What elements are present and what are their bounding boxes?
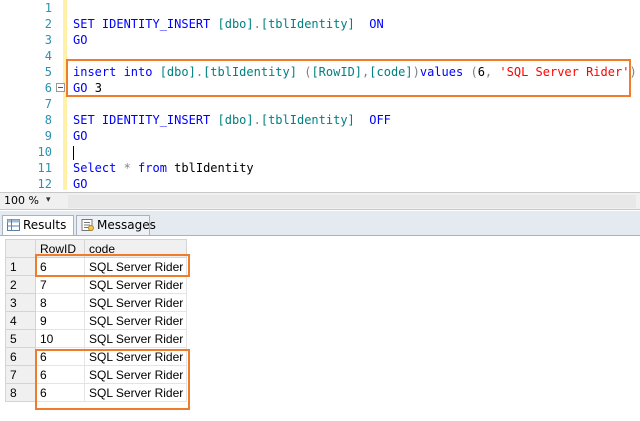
rowid-cell[interactable]: 10 bbox=[35, 329, 85, 348]
code-line[interactable]: 2 SET IDENTITY_INSERT [dbo].[tblIdentity]… bbox=[0, 16, 640, 32]
line-number: 11 bbox=[37, 161, 52, 175]
code-line[interactable]: 10 bbox=[0, 144, 640, 160]
line-number: 2 bbox=[44, 17, 52, 31]
code-line[interactable]: 7 bbox=[0, 96, 640, 112]
collapse-toggle-icon[interactable] bbox=[56, 83, 65, 92]
code-line[interactable]: 8 SET IDENTITY_INSERT [dbo].[tblIdentity]… bbox=[0, 112, 640, 128]
code-cell[interactable]: SQL Server Rider bbox=[84, 329, 187, 348]
messages-icon bbox=[81, 219, 94, 231]
rowid-cell[interactable]: 7 bbox=[35, 275, 85, 294]
line-number: 12 bbox=[37, 177, 52, 190]
table-row[interactable]: 2 7 SQL Server Rider bbox=[5, 275, 187, 294]
first-row-highlight bbox=[35, 254, 190, 277]
line-number: 1 bbox=[44, 1, 52, 15]
code-text: GO bbox=[73, 32, 87, 48]
code-cell[interactable]: SQL Server Rider bbox=[84, 293, 187, 312]
insert-statement-highlight bbox=[66, 59, 631, 97]
code-token: . bbox=[253, 17, 261, 31]
line-number: 3 bbox=[44, 33, 52, 47]
chevron-down-icon[interactable]: ▾ bbox=[46, 195, 51, 205]
code-token: OFF bbox=[369, 113, 391, 127]
line-number: 4 bbox=[44, 49, 52, 63]
code-cell[interactable]: SQL Server Rider bbox=[84, 311, 187, 330]
code-text: GO bbox=[73, 176, 87, 190]
code-text: GO bbox=[73, 128, 87, 144]
code-line[interactable]: 9 GO bbox=[0, 128, 640, 144]
table-row[interactable]: 5 10 SQL Server Rider bbox=[5, 329, 187, 348]
code-token: . bbox=[253, 113, 261, 127]
row-number-cell[interactable]: 5 bbox=[5, 329, 36, 348]
line-number: 6 bbox=[44, 81, 52, 95]
code-token: from bbox=[138, 161, 175, 175]
row-number-cell[interactable]: 2 bbox=[5, 275, 36, 294]
code-line[interactable]: 1 bbox=[0, 0, 640, 16]
row-number-cell[interactable]: 1 bbox=[5, 257, 36, 276]
code-line[interactable]: 12 GO bbox=[0, 176, 640, 190]
line-number: 9 bbox=[44, 129, 52, 143]
row-number-cell[interactable]: 4 bbox=[5, 311, 36, 330]
code-cell[interactable]: SQL Server Rider bbox=[84, 275, 187, 294]
code-line[interactable]: 3 GO bbox=[0, 32, 640, 48]
code-token: GO bbox=[73, 129, 88, 143]
line-number: 5 bbox=[44, 65, 52, 79]
tab-results[interactable]: Results bbox=[2, 215, 74, 235]
line-number: 10 bbox=[37, 145, 52, 159]
code-token: GO bbox=[73, 33, 88, 47]
code-text: Select * from tblIdentity bbox=[73, 160, 254, 176]
row-number-cell[interactable]: 3 bbox=[5, 293, 36, 312]
grid-icon bbox=[7, 219, 20, 231]
code-token: [dbo] bbox=[217, 17, 254, 31]
code-token: tblIdentity bbox=[174, 161, 254, 175]
editor-status-bar: 100 % ▾ bbox=[0, 192, 640, 210]
row-number-cell[interactable]: 8 bbox=[5, 383, 36, 402]
grid-corner-cell[interactable] bbox=[5, 239, 36, 258]
tab-messages-label: Messages bbox=[97, 218, 156, 232]
row-number-cell[interactable]: 6 bbox=[5, 347, 36, 366]
text-cursor bbox=[73, 146, 74, 160]
horizontal-scrollbar[interactable] bbox=[68, 195, 636, 208]
code-text: SET IDENTITY_INSERT [dbo].[tblIdentity] … bbox=[73, 16, 384, 32]
row-number-cell[interactable]: 7 bbox=[5, 365, 36, 384]
rowid-cell[interactable]: 8 bbox=[35, 293, 85, 312]
tab-results-label: Results bbox=[23, 218, 67, 232]
table-row[interactable]: 3 8 SQL Server Rider bbox=[5, 293, 187, 312]
query-editor[interactable]: 1 2 SET IDENTITY_INSERT [dbo].[tblIdentity… bbox=[0, 0, 640, 190]
code-token: [tblIdentity] bbox=[260, 113, 355, 127]
code-token: Select bbox=[73, 161, 124, 175]
code-token: * bbox=[123, 161, 131, 175]
code-token: SET IDENTITY_INSERT bbox=[73, 17, 218, 31]
code-line[interactable]: 11 Select * from tblIdentity bbox=[0, 160, 640, 176]
duplicate-rows-highlight bbox=[35, 349, 190, 410]
results-grid-area: RowID code 1 6 SQL Server Rider 2 7 SQL Serve… bbox=[0, 235, 640, 421]
code-token: SET IDENTITY_INSERT bbox=[73, 113, 218, 127]
zoom-level[interactable]: 100 % bbox=[4, 194, 39, 207]
code-token: ON bbox=[369, 17, 384, 31]
code-text: SET IDENTITY_INSERT [dbo].[tblIdentity] … bbox=[73, 112, 391, 128]
code-token: GO bbox=[73, 177, 88, 190]
tab-messages[interactable]: Messages bbox=[76, 215, 156, 235]
code-token: [dbo] bbox=[217, 113, 254, 127]
rowid-cell[interactable]: 9 bbox=[35, 311, 85, 330]
line-number: 8 bbox=[44, 113, 52, 127]
code-token: [tblIdentity] bbox=[260, 17, 355, 31]
line-number: 7 bbox=[44, 97, 52, 111]
table-row[interactable]: 4 9 SQL Server Rider bbox=[5, 311, 187, 330]
results-tab-strip: Results Messages bbox=[0, 211, 640, 235]
